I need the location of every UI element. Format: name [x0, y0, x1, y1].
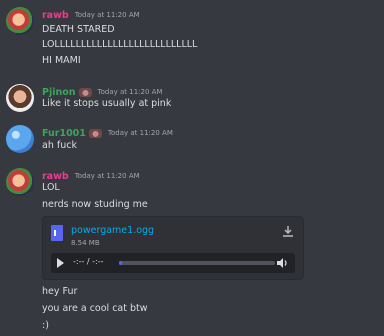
- play-icon[interactable]: [57, 258, 64, 268]
- message-2: Pjinon Today at 11:20 AM Like it stops u…: [0, 84, 384, 114]
- audio-attachment: powergame1.ogg 8.54 MB -:-- / -:--: [42, 216, 304, 280]
- timestamp: Today at 11:20 AM: [97, 88, 163, 96]
- avatar[interactable]: [6, 168, 34, 196]
- timestamp: Today at 11:20 AM: [107, 129, 173, 137]
- audio-player: -:-- / -:--: [51, 253, 295, 273]
- audio-file-icon: [51, 225, 63, 241]
- attachment-size: 8.54 MB: [71, 239, 100, 247]
- username[interactable]: rawb: [42, 10, 69, 21]
- timestamp: Today at 11:20 AM: [74, 11, 140, 19]
- message-line: you are a cool cat btw: [42, 303, 148, 314]
- avatar[interactable]: [6, 125, 34, 153]
- message-line: LOL: [42, 182, 60, 193]
- message-header: Fur1001 Today at 11:20 AM: [42, 125, 173, 141]
- attachment-filename[interactable]: powergame1.ogg: [71, 225, 154, 236]
- timestamp: Today at 11:20 AM: [74, 172, 140, 180]
- message-line: ah fuck: [42, 140, 77, 151]
- download-icon[interactable]: [281, 224, 295, 238]
- message-line: :): [42, 320, 49, 331]
- progress-bar[interactable]: [119, 261, 275, 265]
- message-line: hey Fur: [42, 286, 78, 297]
- message-line: Like it stops usually at pink: [42, 98, 172, 109]
- username[interactable]: rawb: [42, 171, 69, 182]
- username[interactable]: Pjinon: [42, 87, 76, 98]
- message-line: HI MAMI: [42, 55, 81, 66]
- message-1: rawb Today at 11:20 AM DEATH STARED LOLL…: [0, 7, 384, 69]
- message-line: DEATH STARED: [42, 24, 115, 35]
- badge-icon: [78, 87, 92, 97]
- avatar[interactable]: [6, 84, 34, 112]
- progress-fill: [119, 261, 123, 265]
- volume-icon[interactable]: [275, 256, 289, 270]
- username[interactable]: Fur1001: [42, 128, 86, 139]
- playback-time: -:-- / -:--: [73, 257, 104, 266]
- message-line: LOLLLLLLLLLLLLLLLLLLLLLLLLLLL: [42, 39, 198, 50]
- avatar[interactable]: [6, 7, 34, 35]
- message-3: Fur1001 Today at 11:20 AM ah fuck: [0, 125, 384, 155]
- badge-icon: [88, 128, 102, 138]
- message-header: rawb Today at 11:20 AM: [42, 7, 140, 23]
- message-line: nerds now studing me: [42, 199, 148, 210]
